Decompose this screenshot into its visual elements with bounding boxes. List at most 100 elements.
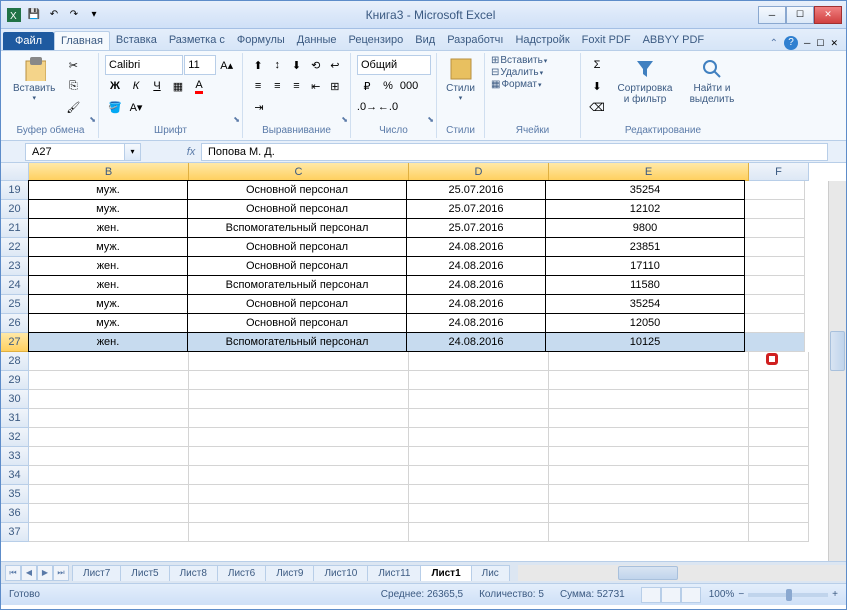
cell-C23[interactable]: Основной персонал	[187, 256, 407, 276]
row-header-23[interactable]: 23	[1, 257, 29, 276]
cell-F28[interactable]	[749, 352, 809, 371]
sort-filter-button[interactable]: Сортировка и фильтр	[611, 55, 679, 107]
ribbon-tab-5[interactable]: Рецензиро	[343, 31, 410, 50]
redo-icon[interactable]: ↷	[65, 6, 83, 24]
cell-D33[interactable]	[409, 447, 549, 466]
cell-F26[interactable]	[745, 314, 805, 333]
cell-B24[interactable]: жен.	[28, 275, 188, 295]
row-header-36[interactable]: 36	[1, 504, 29, 523]
sheet-nav-last[interactable]: ⏭	[53, 565, 69, 581]
cell-B36[interactable]	[29, 504, 189, 523]
format-cells-button[interactable]: ▦Формат▾	[491, 79, 574, 90]
ribbon-tab-1[interactable]: Вставка	[110, 31, 163, 50]
row-header-33[interactable]: 33	[1, 447, 29, 466]
cell-D37[interactable]	[409, 523, 549, 542]
cell-D25[interactable]: 24.08.2016	[406, 294, 546, 314]
align-middle-icon[interactable]: ↕	[268, 55, 286, 75]
horizontal-scroll-thumb[interactable]	[618, 566, 678, 580]
fx-icon[interactable]: fx	[181, 146, 201, 158]
ribbon-tab-2[interactable]: Разметка с	[163, 31, 231, 50]
row-header-30[interactable]: 30	[1, 390, 29, 409]
row-header-28[interactable]: 28	[1, 352, 29, 371]
decrease-indent-icon[interactable]: ⇤	[307, 76, 325, 96]
ribbon-tab-10[interactable]: ABBYY PDF	[637, 31, 711, 50]
alignment-dialog-launcher[interactable]: ⬊	[341, 115, 348, 124]
cell-B27[interactable]: жен.	[28, 332, 188, 352]
cut-icon[interactable]: ✂	[63, 55, 83, 75]
worksheet-grid[interactable]: BCDEF 1920212223242526272829303132333435…	[1, 163, 846, 561]
zoom-slider[interactable]	[748, 593, 828, 597]
cell-D34[interactable]	[409, 466, 549, 485]
cell-D22[interactable]: 24.08.2016	[406, 237, 546, 257]
cell-E20[interactable]: 12102	[545, 199, 745, 219]
zoom-slider-thumb[interactable]	[786, 589, 792, 601]
sheet-tab-4[interactable]: Лист9	[265, 565, 314, 581]
cell-D32[interactable]	[409, 428, 549, 447]
cell-D31[interactable]	[409, 409, 549, 428]
cell-E27[interactable]: 10125	[545, 332, 745, 352]
cell-F32[interactable]	[749, 428, 809, 447]
cell-B25[interactable]: муж.	[28, 294, 188, 314]
cell-B26[interactable]: муж.	[28, 313, 188, 333]
sheet-nav-prev[interactable]: ◀	[21, 565, 37, 581]
cell-C22[interactable]: Основной персонал	[187, 237, 407, 257]
wrap-text-icon[interactable]: ↩	[326, 55, 344, 75]
row-header-21[interactable]: 21	[1, 219, 29, 238]
sheet-tab-0[interactable]: Лист7	[72, 565, 121, 581]
sheet-nav-first[interactable]: ⏮	[5, 565, 21, 581]
cell-D27[interactable]: 24.08.2016	[406, 332, 546, 352]
zoom-level[interactable]: 100%	[709, 589, 735, 600]
cell-F25[interactable]	[745, 295, 805, 314]
increase-decimal-icon[interactable]: .0→	[357, 97, 377, 117]
cell-E29[interactable]	[549, 371, 749, 390]
cell-B20[interactable]: муж.	[28, 199, 188, 219]
cell-D21[interactable]: 25.07.2016	[406, 218, 546, 238]
cell-C21[interactable]: Вспомогательный персонал	[187, 218, 407, 238]
align-top-icon[interactable]: ⬆	[249, 55, 267, 75]
sheet-tab-5[interactable]: Лист10	[313, 565, 368, 581]
styles-button[interactable]: Стили ▾	[443, 55, 478, 104]
minimize-ribbon-icon[interactable]: ⌃	[770, 38, 778, 49]
cell-E30[interactable]	[549, 390, 749, 409]
autosum-icon[interactable]: Σ	[587, 55, 607, 75]
cell-E21[interactable]: 9800	[545, 218, 745, 238]
cell-B29[interactable]	[29, 371, 189, 390]
row-header-35[interactable]: 35	[1, 485, 29, 504]
row-header-31[interactable]: 31	[1, 409, 29, 428]
cell-D23[interactable]: 24.08.2016	[406, 256, 546, 276]
cell-E25[interactable]: 35254	[545, 294, 745, 314]
clipboard-dialog-launcher[interactable]: ⬊	[89, 115, 96, 124]
help-icon[interactable]: ?	[784, 36, 798, 50]
column-header-E[interactable]: E	[549, 163, 749, 181]
cell-B37[interactable]	[29, 523, 189, 542]
format-painter-icon[interactable]: 🖌	[63, 97, 83, 117]
cell-C35[interactable]	[189, 485, 409, 504]
decrease-decimal-icon[interactable]: ←.0	[378, 97, 398, 117]
cell-F21[interactable]	[745, 219, 805, 238]
clear-icon[interactable]: ⌫	[587, 97, 607, 117]
ribbon-tab-3[interactable]: Формулы	[231, 31, 291, 50]
cell-D29[interactable]	[409, 371, 549, 390]
align-left-icon[interactable]: ≡	[249, 76, 267, 96]
cell-E24[interactable]: 11580	[545, 275, 745, 295]
increase-font-icon[interactable]: A▴	[217, 55, 236, 75]
cell-F37[interactable]	[749, 523, 809, 542]
align-center-icon[interactable]: ≡	[268, 76, 286, 96]
excel-icon[interactable]: X	[5, 6, 23, 24]
currency-icon[interactable]: ₽	[357, 76, 377, 96]
sheet-tab-1[interactable]: Лист5	[120, 565, 169, 581]
delete-cells-button[interactable]: ⊟Удалить▾	[491, 67, 574, 78]
name-box-dropdown[interactable]: ▾	[125, 143, 141, 161]
cell-E36[interactable]	[549, 504, 749, 523]
row-header-22[interactable]: 22	[1, 238, 29, 257]
row-header-34[interactable]: 34	[1, 466, 29, 485]
name-box[interactable]: A27	[25, 143, 125, 161]
cell-E33[interactable]	[549, 447, 749, 466]
fill-icon[interactable]: ⬇	[587, 76, 607, 96]
cell-E37[interactable]	[549, 523, 749, 542]
file-tab[interactable]: Файл	[3, 32, 54, 50]
cell-B28[interactable]	[29, 352, 189, 371]
cell-D26[interactable]: 24.08.2016	[406, 313, 546, 333]
vertical-scroll-thumb[interactable]	[830, 331, 845, 371]
number-format-combo[interactable]: Общий	[357, 55, 431, 75]
